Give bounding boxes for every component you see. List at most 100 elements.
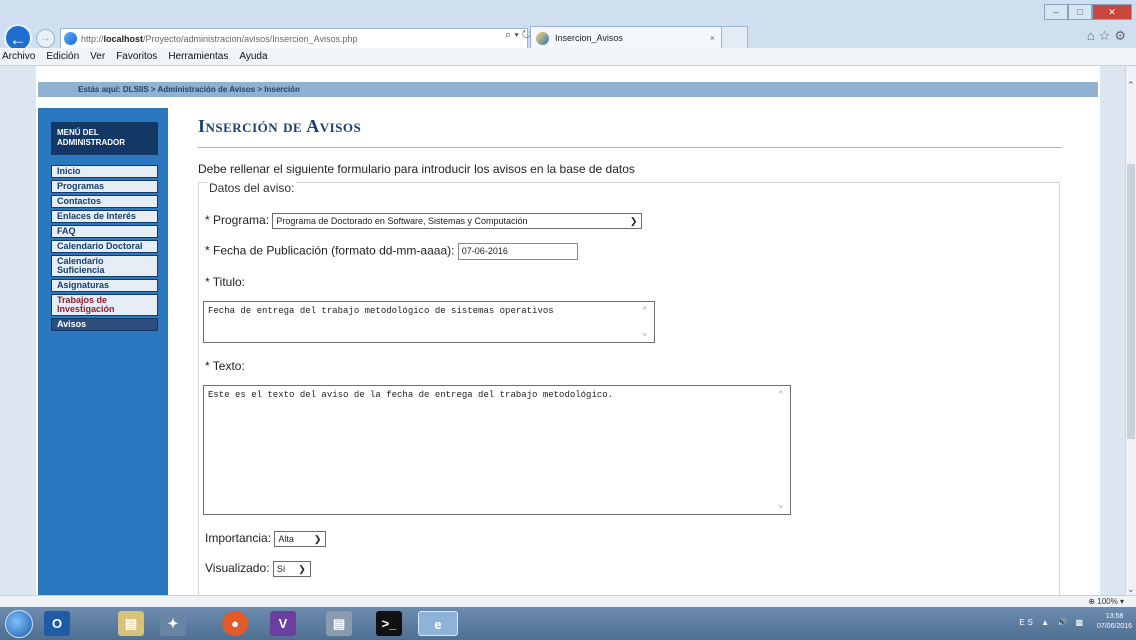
clock-time: 13:58 bbox=[1105, 613, 1124, 620]
importancia-row: Importancia: Alta ❯ bbox=[205, 531, 327, 547]
url-path: /Proyecto/administracion/avisos/Insercio… bbox=[143, 34, 358, 44]
sidebar-title-line1: Menú del bbox=[57, 128, 99, 137]
page-title: Inserción de Avisos bbox=[198, 116, 362, 136]
zoom-dropdown-icon[interactable]: ▾ bbox=[1120, 597, 1124, 606]
fecha-input[interactable]: 07-06-2016 bbox=[457, 243, 578, 260]
texto-textarea[interactable]: Este es el texto del aviso de la fecha d… bbox=[203, 385, 791, 515]
sidebar-item-calendario-suficiencia[interactable]: Calendario Suficiencia bbox=[51, 255, 158, 277]
maximize-icon[interactable]: □ bbox=[1068, 4, 1092, 20]
tab-insercion-avisos[interactable]: Insercion_Avisos × bbox=[530, 26, 722, 50]
sidebar-item-asignaturas[interactable]: Asignaturas bbox=[51, 279, 158, 292]
sidebar-item-avisos[interactable]: Avisos bbox=[51, 318, 158, 331]
windows-taskbar: O ▤ ✦ ● V ▤ >_ e ES ▲ 🔊 ▩ 13:58 07/06/20… bbox=[0, 607, 1136, 640]
internet-explorer-icon[interactable]: e bbox=[418, 611, 458, 636]
terminal-icon[interactable]: >_ bbox=[376, 611, 402, 636]
breadcrumb: Estás aquí: DLSIIS > Administración de A… bbox=[38, 82, 1098, 97]
browser-titlebar: ← → http://localhost/Proyecto/administra… bbox=[0, 0, 1136, 52]
chevron-down-icon: ❯ bbox=[629, 216, 638, 226]
chevron-down-icon: ❯ bbox=[313, 534, 322, 544]
zoom-level[interactable]: 100% bbox=[1097, 597, 1117, 606]
sidebar-menu: Inicio Programas Contactos Enlaces de In… bbox=[51, 165, 158, 331]
tools-icon[interactable]: ✦ bbox=[160, 611, 186, 636]
menu-ver[interactable]: Ver bbox=[90, 51, 105, 62]
menu-archivo[interactable]: Archivo bbox=[2, 51, 35, 62]
titulo-textarea[interactable]: Fecha de entrega del trabajo metodológic… bbox=[203, 301, 655, 343]
sidebar-item-inicio[interactable]: Inicio bbox=[51, 165, 158, 178]
menu-favoritos[interactable]: Favoritos bbox=[116, 51, 157, 62]
programa-select[interactable]: Programa de Doctorado en Software, Siste… bbox=[272, 213, 643, 229]
url-host: localhost bbox=[103, 34, 144, 44]
programa-select-value: Programa de Doctorado en Software, Siste… bbox=[276, 216, 528, 226]
visual-studio-icon[interactable]: V bbox=[270, 611, 296, 636]
sidebar-item-enlaces[interactable]: Enlaces de Interés bbox=[51, 210, 158, 223]
new-tab-button[interactable] bbox=[722, 26, 748, 50]
intro-text: Debe rellenar el siguiente formulario pa… bbox=[198, 162, 635, 176]
menu-herramientas[interactable]: Herramientas bbox=[168, 51, 228, 62]
system-tray[interactable]: ES ▲ 🔊 ▩ bbox=[1019, 618, 1086, 627]
page-scrollbar[interactable]: ⌃ ⌄ bbox=[1125, 66, 1136, 595]
texto-textarea-scrollbar[interactable]: ⌃ ⌄ bbox=[775, 386, 790, 514]
sidebar-item-faq[interactable]: FAQ bbox=[51, 225, 158, 238]
chrome-icon[interactable]: ● bbox=[222, 611, 248, 636]
programa-row: * Programa: Programa de Doctorado en Sof… bbox=[205, 213, 643, 229]
clock-date: 07/06/2016 bbox=[1096, 623, 1132, 630]
tab-close-icon[interactable]: × bbox=[710, 27, 715, 49]
tab-favicon-icon bbox=[536, 32, 549, 45]
scroll-down-icon: ⌄ bbox=[778, 500, 784, 510]
zoom-icon: ⊕ bbox=[1088, 597, 1096, 606]
page-favicon-icon bbox=[64, 32, 77, 45]
programa-label: * Programa: bbox=[205, 213, 270, 228]
home-favorites-tools-icons[interactable]: ⌂☆⚙ bbox=[1087, 28, 1130, 44]
sidebar-item-contactos[interactable]: Contactos bbox=[51, 195, 158, 208]
menu-bar: Archivo Edición Ver Favoritos Herramientas Ay… bbox=[0, 48, 1136, 66]
title-divider bbox=[198, 147, 1062, 148]
sidebar-title-line2: Administrador bbox=[57, 138, 125, 147]
scroll-up-icon: ⌃ bbox=[642, 306, 648, 316]
sidebar-item-programas[interactable]: Programas bbox=[51, 180, 158, 193]
clipboard-icon[interactable]: ▤ bbox=[326, 611, 352, 636]
tab-title: Insercion_Avisos bbox=[555, 33, 623, 43]
visualizado-select[interactable]: Sí ❯ bbox=[272, 561, 311, 577]
window-controls: – □ ✕ bbox=[1044, 4, 1132, 22]
sidebar-title: Menú del Administrador bbox=[51, 122, 158, 155]
visualizado-row: Visualizado: Sí ❯ bbox=[205, 561, 311, 577]
scroll-up-icon[interactable]: ⌃ bbox=[1127, 80, 1135, 91]
address-bar[interactable]: http://localhost/Proyecto/administracion… bbox=[60, 28, 528, 50]
outlook-icon[interactable]: O bbox=[44, 611, 70, 636]
visualizado-select-value: Sí bbox=[276, 564, 286, 574]
tray-language[interactable]: ES bbox=[1019, 618, 1036, 627]
chevron-down-icon: ❯ bbox=[298, 564, 306, 574]
fecha-row: * Fecha de Publicación (formato dd-mm-aa… bbox=[205, 243, 578, 260]
scroll-up-icon: ⌃ bbox=[778, 390, 784, 400]
scroll-down-icon: ⌄ bbox=[642, 328, 648, 338]
menu-ayuda[interactable]: Ayuda bbox=[239, 51, 267, 62]
start-button[interactable] bbox=[5, 610, 33, 638]
forward-arrow-icon[interactable]: → bbox=[36, 29, 55, 48]
file-explorer-icon[interactable]: ▤ bbox=[118, 611, 144, 636]
sidebar-item-calendario-doctoral[interactable]: Calendario Doctoral bbox=[51, 240, 158, 253]
titulo-textarea-value: Fecha de entrega del trabajo metodológic… bbox=[208, 306, 554, 316]
fieldset-legend: Datos del aviso: bbox=[207, 181, 297, 195]
scroll-down-icon[interactable]: ⌄ bbox=[1127, 584, 1135, 595]
visualizado-label: Visualizado: bbox=[205, 561, 270, 576]
importancia-select[interactable]: Alta ❯ bbox=[274, 531, 327, 547]
titulo-label: * Titulo: bbox=[205, 275, 246, 289]
menu-edicion[interactable]: Edición bbox=[46, 51, 79, 62]
address-search-refresh-icons[interactable]: ⌕ ▾ ↻ bbox=[505, 29, 531, 42]
aviso-fieldset: Datos del aviso: * Programa: Programa de… bbox=[198, 181, 1060, 595]
texto-textarea-value: Este es el texto del aviso de la fecha d… bbox=[208, 390, 614, 400]
importancia-select-value: Alta bbox=[278, 534, 294, 544]
sidebar-item-trabajos[interactable]: Trabajos de Investigación bbox=[51, 294, 158, 316]
close-window-icon[interactable]: ✕ bbox=[1092, 4, 1132, 20]
minimize-icon[interactable]: – bbox=[1044, 4, 1068, 20]
scrollbar-thumb[interactable] bbox=[1127, 164, 1135, 439]
texto-label: * Texto: bbox=[205, 359, 245, 373]
admin-sidebar: Menú del Administrador Inicio Programas … bbox=[38, 108, 168, 595]
importancia-label: Importancia: bbox=[205, 531, 272, 546]
titulo-textarea-scrollbar[interactable]: ⌃ ⌄ bbox=[639, 302, 654, 342]
taskbar-clock[interactable]: 13:58 07/06/2016 bbox=[1097, 612, 1132, 632]
page-viewport: Estás aquí: DLSIIS > Administración de A… bbox=[0, 66, 1125, 595]
url-prefix: http:// bbox=[81, 34, 104, 44]
status-bar: ⊕ 100% ▾ bbox=[0, 595, 1136, 607]
fecha-label: * Fecha de Publicación (formato dd-mm-aa… bbox=[205, 243, 455, 258]
